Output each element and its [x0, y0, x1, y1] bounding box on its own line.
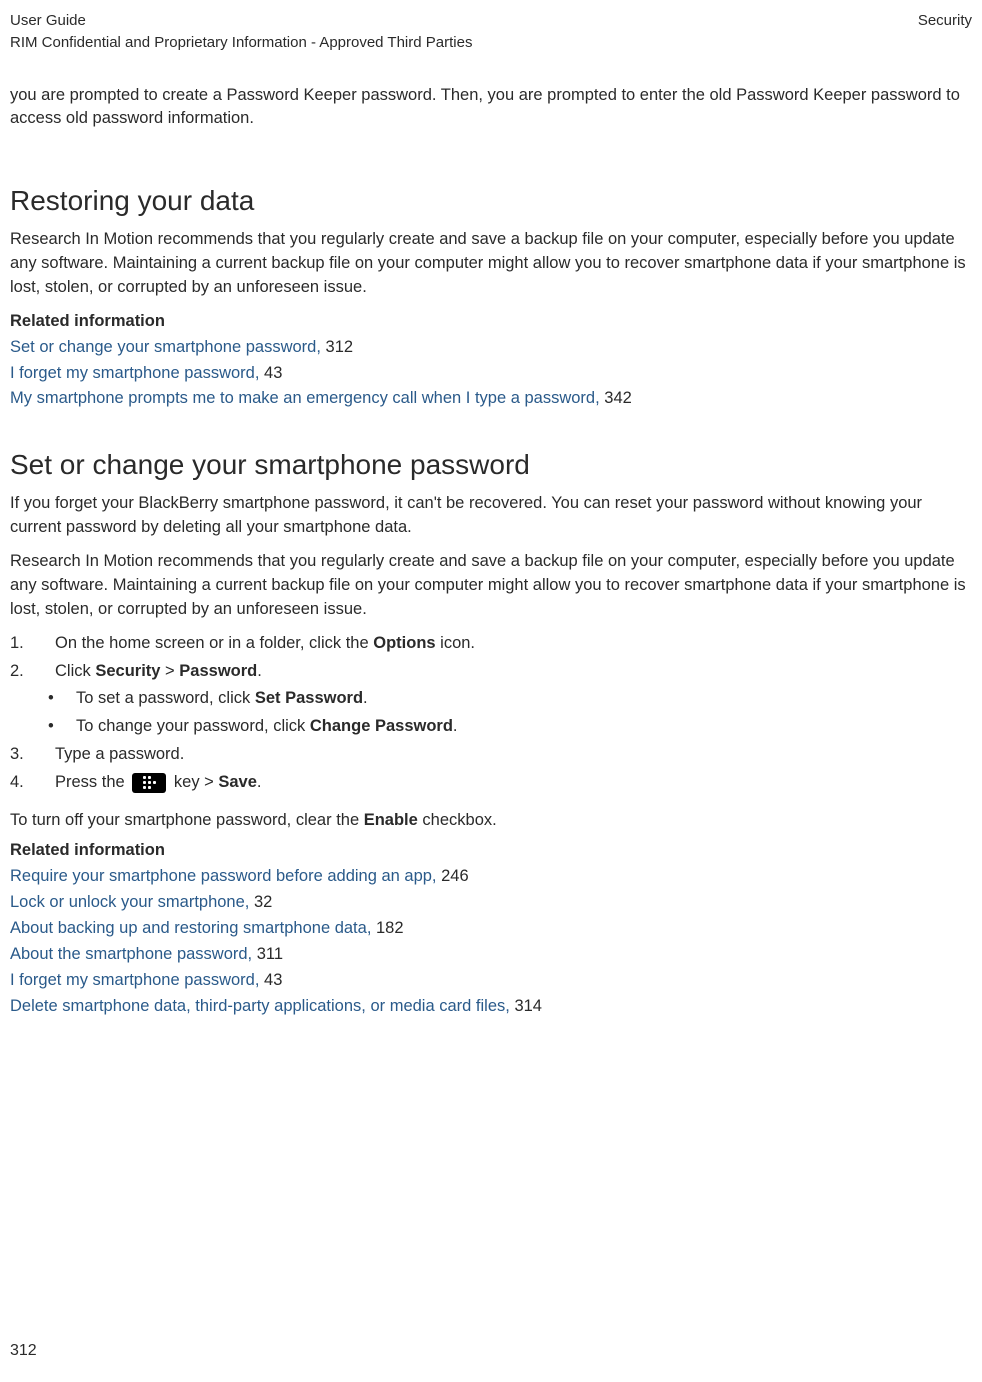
header-left: User Guide RIM Confidential and Propriet… [10, 10, 472, 54]
bullet-text: To change your password, click Change Pa… [76, 715, 458, 739]
page-header: User Guide RIM Confidential and Propriet… [10, 10, 972, 54]
step-2: 2. Click Security > Password. [10, 660, 972, 684]
header-confidential: RIM Confidential and Proprietary Informa… [10, 32, 472, 54]
step-3: 3. Type a password. [10, 743, 972, 767]
related-link[interactable]: My smartphone prompts me to make an emer… [10, 389, 600, 407]
related-link[interactable]: Set or change your smartphone password, [10, 338, 321, 356]
set-password-label: Set Password [255, 689, 363, 707]
bullet-item: • To set a password, click Set Password. [48, 687, 972, 711]
related-link-page: 43 [264, 364, 282, 382]
options-label: Options [373, 634, 435, 652]
menu-key-icon [132, 773, 166, 793]
step-text: Type a password. [55, 743, 184, 767]
related-link[interactable]: I forget my smartphone password, [10, 971, 259, 989]
step-4: 4. Press the key > Save. [10, 771, 972, 795]
related-link[interactable]: Delete smartphone data, third-party appl… [10, 997, 510, 1015]
bullet-mark: • [48, 687, 76, 711]
related-link-page: 182 [376, 919, 404, 937]
bullet-item: • To change your password, click Change … [48, 715, 972, 739]
related-link-page: 43 [264, 971, 282, 989]
page-number: 312 [10, 1339, 972, 1362]
setchange-para1: If you forget your BlackBerry smartphone… [10, 492, 972, 540]
password-label: Password [179, 662, 257, 680]
related-link-row: Lock or unlock your smartphone, 32 [10, 891, 972, 915]
related-link-page: 32 [254, 893, 272, 911]
save-label: Save [218, 773, 257, 791]
related-info-heading: Related information [10, 839, 972, 863]
related-link-row: Set or change your smartphone password, … [10, 336, 972, 360]
related-link[interactable]: About backing up and restoring smartphon… [10, 919, 371, 937]
step-1: 1. On the home screen or in a folder, cl… [10, 632, 972, 656]
change-password-label: Change Password [310, 717, 453, 735]
related-link-page: 314 [514, 997, 542, 1015]
related-link-page: 246 [441, 867, 469, 885]
related-link-page: 311 [257, 945, 283, 963]
step-text: On the home screen or in a folder, click… [55, 632, 475, 656]
related-link-page: 312 [326, 338, 354, 356]
turnoff-note: To turn off your smartphone password, cl… [10, 809, 972, 833]
step-text: Press the key > Save. [55, 771, 262, 795]
related-info-heading: Related information [10, 310, 972, 334]
related-link[interactable]: Lock or unlock your smartphone, [10, 893, 249, 911]
restoring-heading: Restoring your data [10, 181, 972, 222]
related-link-page: 342 [604, 389, 632, 407]
step-number: 3. [10, 743, 55, 767]
header-section: Security [918, 10, 972, 54]
related-link[interactable]: I forget my smartphone password, [10, 364, 259, 382]
bullet-mark: • [48, 715, 76, 739]
header-guide: User Guide [10, 10, 472, 32]
related-link[interactable]: About the smartphone password, [10, 945, 252, 963]
related-link-row: About the smartphone password, 311 [10, 943, 972, 967]
related-link[interactable]: Require your smartphone password before … [10, 867, 437, 885]
step-number: 4. [10, 771, 55, 795]
step-number: 1. [10, 632, 55, 656]
related-link-row: About backing up and restoring smartphon… [10, 917, 972, 941]
related-link-row: I forget my smartphone password, 43 [10, 362, 972, 386]
sub-bullets: • To set a password, click Set Password.… [48, 687, 972, 739]
related-link-row: Require your smartphone password before … [10, 865, 972, 889]
related-link-row: Delete smartphone data, third-party appl… [10, 995, 972, 1019]
setchange-heading: Set or change your smartphone password [10, 445, 972, 486]
steps-list: 1. On the home screen or in a folder, cl… [10, 632, 972, 796]
bullet-text: To set a password, click Set Password. [76, 687, 368, 711]
enable-label: Enable [364, 811, 418, 829]
intro-paragraph: you are prompted to create a Password Ke… [10, 84, 972, 132]
security-label: Security [95, 662, 160, 680]
setchange-para2: Research In Motion recommends that you r… [10, 550, 972, 622]
step-number: 2. [10, 660, 55, 684]
restoring-paragraph: Research In Motion recommends that you r… [10, 228, 972, 300]
step-text: Click Security > Password. [55, 660, 262, 684]
related-link-row: I forget my smartphone password, 43 [10, 969, 972, 993]
related-link-row: My smartphone prompts me to make an emer… [10, 387, 972, 411]
